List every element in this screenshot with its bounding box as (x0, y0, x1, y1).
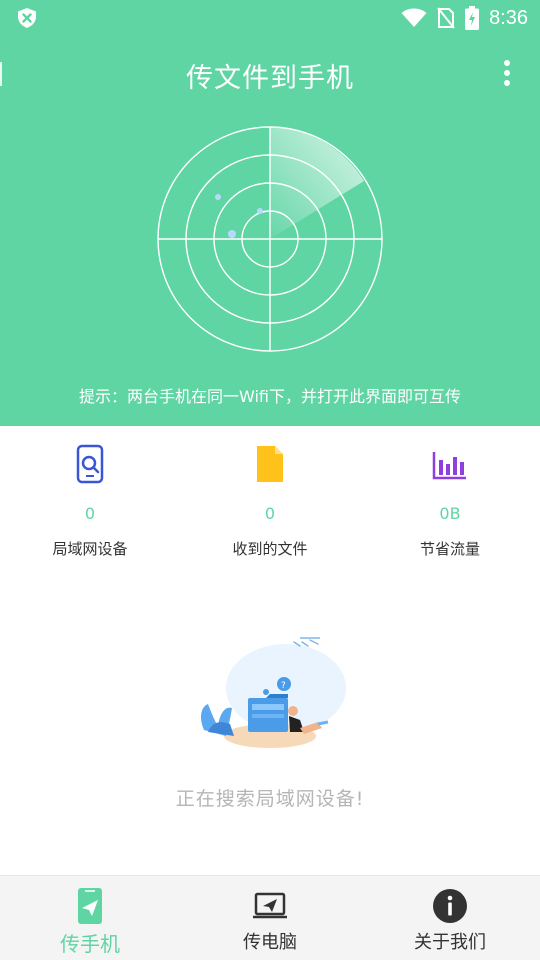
file-icon (257, 446, 283, 482)
stat-files[interactable]: 0 收到的文件 (180, 426, 360, 576)
app-bar: 传文件到手机 (0, 36, 540, 112)
stats-row: 0 局域网设备 0 收到的文件 0B 节省流量 (0, 426, 540, 576)
stat-label: 节省流量 (419, 540, 480, 558)
searching-message: 正在搜索局域网设备! (175, 788, 365, 810)
radar-blip (257, 208, 263, 214)
phone-search-icon (76, 444, 104, 484)
stat-value: 0 (84, 504, 96, 523)
tab-label: 传电脑 (243, 932, 297, 953)
tab-computer[interactable]: 传电脑 (180, 876, 360, 960)
shield-icon (18, 8, 36, 28)
tab-label: 传手机 (60, 932, 120, 956)
bottom-nav: 传手机 传电脑 关于我们 (0, 875, 540, 960)
radar-tip: 提示：两台手机在同一Wifi下，并打开此界面即可互传 (79, 387, 461, 406)
bar-chart-icon (432, 452, 466, 480)
wifi-icon (401, 8, 427, 27)
tab-about[interactable]: 关于我们 (360, 876, 540, 960)
info-icon (433, 889, 467, 923)
svg-text:?: ? (281, 681, 286, 691)
phone-send-icon (78, 888, 102, 924)
stat-traffic[interactable]: 0B 节省流量 (360, 426, 540, 576)
stat-value: 0 (264, 504, 276, 523)
top-panel: 8:36 传文件到手机 提示：两台手机在同一Wifi下，并打开此界面即可互传 (0, 0, 540, 426)
laptop-send-icon (253, 892, 287, 919)
radar-blip (228, 230, 236, 238)
more-vert-icon[interactable] (502, 60, 512, 90)
radar-scanner (157, 126, 383, 352)
stat-devices[interactable]: 0 局域网设备 (0, 426, 180, 576)
stat-label: 局域网设备 (52, 540, 128, 558)
tab-label: 关于我们 (414, 932, 486, 953)
stat-value: 0B (439, 504, 461, 523)
no-sim-icon (437, 7, 455, 29)
battery-charging-icon (465, 6, 480, 30)
stat-label: 收到的文件 (232, 540, 308, 558)
searching-illustration: ? (201, 637, 346, 748)
radar-blip (215, 194, 221, 200)
status-time: 8:36 (489, 6, 528, 29)
status-bar: 8:36 (0, 0, 540, 36)
tab-phone[interactable]: 传手机 (0, 876, 180, 960)
page-title: 传文件到手机 (186, 63, 354, 94)
